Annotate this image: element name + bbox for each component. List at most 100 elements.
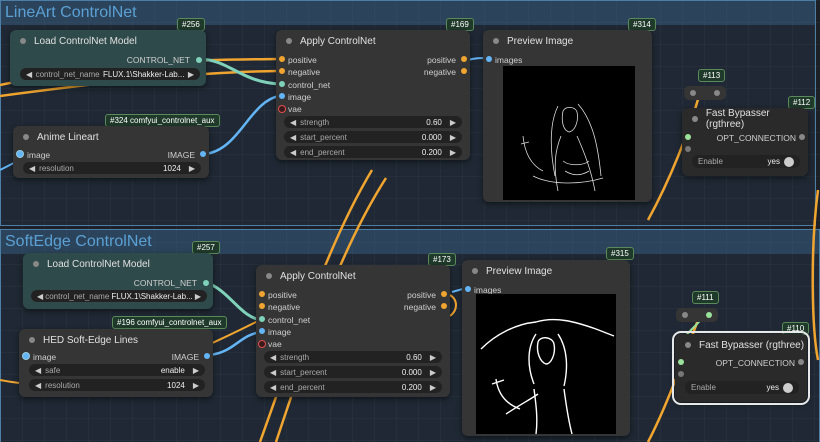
- strength-slider[interactable]: ◀ strength 0.60 ▶: [264, 351, 442, 363]
- resolution-slider[interactable]: ◀ resolution 1024 ▶: [29, 379, 205, 391]
- node-header[interactable]: Preview Image: [462, 260, 630, 282]
- arrow-right-icon[interactable]: ▶: [193, 381, 199, 390]
- preview-image[interactable]: [503, 66, 635, 200]
- input-socket-negative[interactable]: [279, 68, 285, 74]
- arrow-right-icon[interactable]: ▶: [430, 368, 436, 377]
- node-header[interactable]: Load ControlNet Model: [23, 253, 213, 275]
- arrow-right-icon[interactable]: ▶: [195, 292, 201, 301]
- node-header[interactable]: Apply ControlNet: [276, 30, 470, 52]
- resolution-slider[interactable]: ◀ resolution 1024 ▶: [23, 162, 201, 174]
- arrow-left-icon[interactable]: ◀: [270, 368, 276, 377]
- arrow-right-icon[interactable]: ▶: [430, 353, 436, 362]
- output-socket-negative[interactable]: [461, 68, 467, 74]
- control-net-name-combo[interactable]: ◀ control_net_name FLUX.1\Shakker-Lab...…: [20, 68, 200, 80]
- output-socket-positive[interactable]: [441, 291, 447, 297]
- node-header[interactable]: Load ControlNet Model: [10, 30, 206, 52]
- input-socket-images[interactable]: [486, 56, 492, 62]
- anime-lineart-node[interactable]: Anime Lineart image IMAGE ◀ resolution 102…: [13, 126, 209, 178]
- end-percent-slider[interactable]: ◀ end_percent 0.200 ▶: [264, 381, 442, 393]
- input-socket-image[interactable]: [279, 93, 285, 99]
- input-socket-positive[interactable]: [279, 56, 285, 62]
- start-percent-slider[interactable]: ◀ start_percent 0.000 ▶: [264, 366, 442, 378]
- input-socket-controlnet[interactable]: [259, 316, 265, 322]
- node-header[interactable]: Anime Lineart: [13, 126, 209, 148]
- arrow-right-icon[interactable]: ▶: [188, 70, 194, 79]
- output-socket[interactable]: [798, 359, 804, 365]
- input-socket-vae[interactable]: [278, 105, 286, 113]
- arrow-left-icon[interactable]: ◀: [35, 366, 41, 375]
- graph-canvas[interactable]: LineArt ControlNet SoftEdge ControlNet #…: [0, 0, 820, 442]
- hed-softedge-node[interactable]: HED Soft-Edge Lines image IMAGE ◀ safe ena…: [19, 329, 213, 397]
- arrow-right-icon[interactable]: ▶: [450, 133, 456, 142]
- arrow-left-icon[interactable]: ◀: [270, 353, 276, 362]
- enable-toggle[interactable]: Enable yes: [692, 155, 800, 168]
- arrow-left-icon[interactable]: ◀: [290, 148, 296, 157]
- arrow-left-icon[interactable]: ◀: [35, 381, 41, 390]
- load-controlnet-node[interactable]: Load ControlNet Model CONTROL_NET ◀ cont…: [23, 253, 213, 309]
- preview-image[interactable]: [476, 294, 616, 435]
- collapse-dot-icon[interactable]: [692, 116, 698, 122]
- collapse-dot-icon[interactable]: [685, 342, 691, 348]
- control-net-name-combo[interactable]: ◀ control_net_name FLUX.1\Shakker-Lab...…: [31, 290, 207, 302]
- input-socket-image[interactable]: [259, 328, 265, 334]
- reroute-node[interactable]: [676, 308, 718, 322]
- input-socket-green[interactable]: [678, 359, 684, 365]
- arrow-right-icon[interactable]: ▶: [450, 148, 456, 157]
- reroute-output-socket[interactable]: [706, 312, 712, 318]
- input-socket-image[interactable]: [23, 353, 29, 359]
- reroute-input-socket[interactable]: [690, 90, 696, 96]
- collapse-dot-icon[interactable]: [23, 134, 29, 140]
- reroute-input-socket[interactable]: [682, 312, 688, 318]
- input-socket-vae[interactable]: [258, 340, 266, 348]
- collapse-dot-icon[interactable]: [472, 268, 478, 274]
- collapse-dot-icon[interactable]: [493, 38, 499, 44]
- output-socket-image[interactable]: [204, 353, 210, 359]
- strength-slider[interactable]: ◀ strength 0.60 ▶: [284, 116, 462, 128]
- input-socket-images[interactable]: [465, 286, 471, 292]
- arrow-left-icon[interactable]: ◀: [290, 118, 296, 127]
- arrow-right-icon[interactable]: ▶: [430, 383, 436, 392]
- output-socket[interactable]: [799, 134, 805, 140]
- fast-bypasser-node[interactable]: Fast Bypasser (rgthree) OPT_CONNECTION E…: [682, 108, 808, 176]
- input-socket-empty[interactable]: [685, 146, 691, 152]
- input-socket-green[interactable]: [685, 134, 691, 140]
- reroute-output-socket[interactable]: [714, 90, 720, 96]
- input-socket-negative[interactable]: [259, 303, 265, 309]
- arrow-right-icon[interactable]: ▶: [193, 366, 199, 375]
- start-percent-slider[interactable]: ◀ start_percent 0.000 ▶: [284, 131, 462, 143]
- output-socket[interactable]: [196, 57, 202, 63]
- output-socket-image[interactable]: [200, 151, 206, 157]
- output-socket[interactable]: [203, 280, 209, 286]
- node-header[interactable]: HED Soft-Edge Lines: [19, 329, 213, 351]
- arrow-left-icon[interactable]: ◀: [270, 383, 276, 392]
- input-socket-empty[interactable]: [678, 371, 684, 377]
- collapse-dot-icon[interactable]: [29, 337, 35, 343]
- arrow-left-icon[interactable]: ◀: [26, 70, 32, 79]
- node-header[interactable]: Fast Bypasser (rgthree): [675, 334, 807, 356]
- collapse-dot-icon[interactable]: [20, 38, 26, 44]
- node-header[interactable]: Fast Bypasser (rgthree): [682, 108, 808, 130]
- preview-image-node[interactable]: Preview Image images: [462, 260, 630, 436]
- arrow-left-icon[interactable]: ◀: [37, 292, 43, 301]
- arrow-left-icon[interactable]: ◀: [290, 133, 296, 142]
- node-header[interactable]: Preview Image: [483, 30, 652, 52]
- input-socket-controlnet[interactable]: [279, 81, 285, 87]
- input-socket-positive[interactable]: [259, 291, 265, 297]
- load-controlnet-node[interactable]: Load ControlNet Model CONTROL_NET ◀ cont…: [10, 30, 206, 86]
- arrow-right-icon[interactable]: ▶: [189, 164, 195, 173]
- toggle-knob-icon[interactable]: [783, 382, 793, 393]
- apply-controlnet-node[interactable]: Apply ControlNet positive negative contr…: [276, 30, 470, 160]
- output-socket-positive[interactable]: [461, 56, 467, 62]
- reroute-node[interactable]: [684, 86, 726, 100]
- fast-bypasser-node[interactable]: Fast Bypasser (rgthree) OPT_CONNECTION E…: [672, 331, 810, 405]
- preview-image-node[interactable]: Preview Image images: [483, 30, 652, 202]
- collapse-dot-icon[interactable]: [266, 273, 272, 279]
- output-socket-negative[interactable]: [441, 303, 447, 309]
- collapse-dot-icon[interactable]: [33, 261, 39, 267]
- input-socket-image[interactable]: [17, 151, 23, 157]
- safe-toggle[interactable]: ◀ safe enable ▶: [29, 364, 205, 376]
- enable-toggle[interactable]: Enable yes: [685, 381, 799, 394]
- node-header[interactable]: Apply ControlNet: [256, 265, 450, 287]
- toggle-knob-icon[interactable]: [784, 156, 794, 167]
- end-percent-slider[interactable]: ◀ end_percent 0.200 ▶: [284, 146, 462, 158]
